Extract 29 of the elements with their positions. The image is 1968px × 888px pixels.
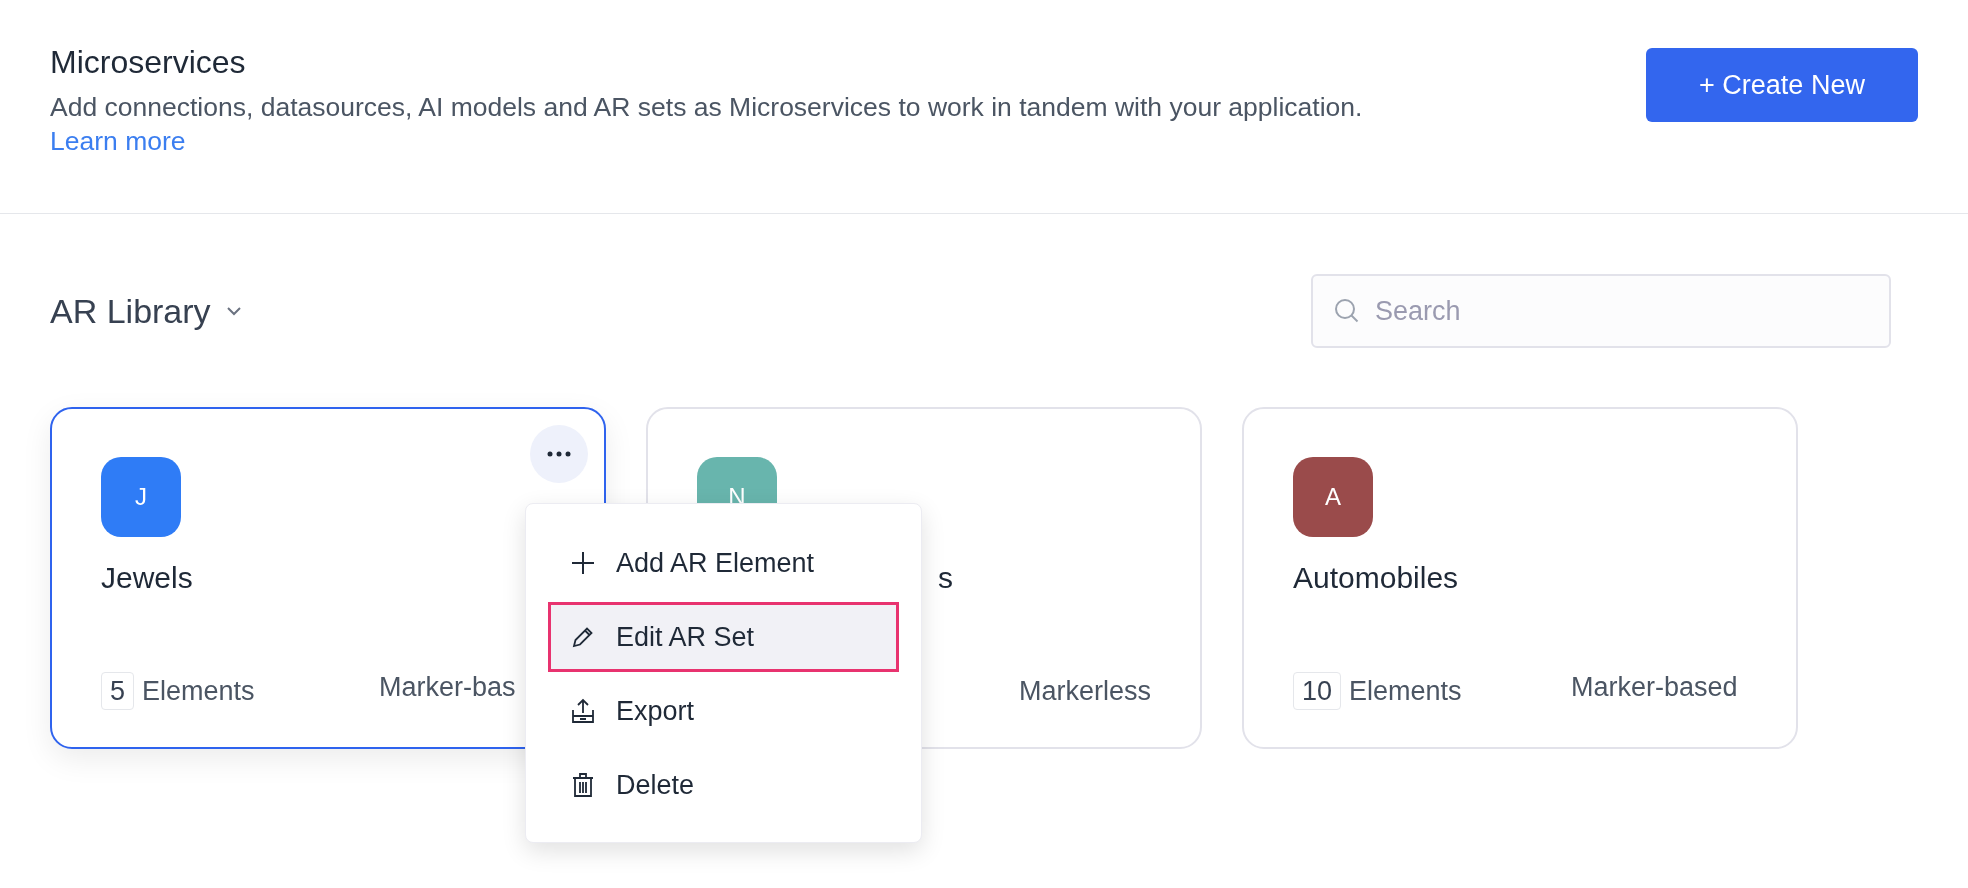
menu-item-label: Delete <box>616 768 695 802</box>
card-title: Automobiles <box>1293 560 1459 596</box>
create-new-button[interactable]: + Create New <box>1646 48 1918 122</box>
upload-tray-icon <box>570 698 596 724</box>
search-icon <box>1333 297 1361 325</box>
count-label: Elements <box>142 674 255 708</box>
chevron-down-icon[interactable] <box>224 305 243 317</box>
count-label: Elements <box>1349 674 1462 708</box>
learn-more-link[interactable]: Learn more <box>50 124 186 158</box>
page-description: Add connections, datasources, AI models and AR sets as Microservices to work in tandem with your application. <box>50 91 1363 124</box>
page-title: Microservices <box>50 43 246 82</box>
trash-icon <box>570 772 596 798</box>
element-count: 10 <box>1293 671 1342 710</box>
card-type: Marker-bas <box>379 670 517 704</box>
search-field[interactable]: Search <box>1311 274 1891 348</box>
menu-item[interactable]: Delete <box>548 750 899 820</box>
card-title: s <box>938 560 953 596</box>
card-title: Jewels <box>101 560 193 596</box>
menu-item[interactable]: Edit AR Set <box>548 602 899 672</box>
avatar-icon: J <box>101 457 181 537</box>
more-icon <box>547 451 571 457</box>
card[interactable]: A Automobiles 10 Elements Marker-based <box>1242 407 1798 749</box>
card[interactable]: J Jewels 5 Elements Marker-bas <box>50 407 606 749</box>
card-type: Markerless <box>1018 674 1151 708</box>
plus-icon <box>570 550 596 576</box>
card-type: Marker-based <box>1571 670 1739 704</box>
avatar-icon: A <box>1293 457 1373 537</box>
element-count: 5 <box>101 671 135 710</box>
library-title[interactable]: AR Library <box>50 285 211 337</box>
